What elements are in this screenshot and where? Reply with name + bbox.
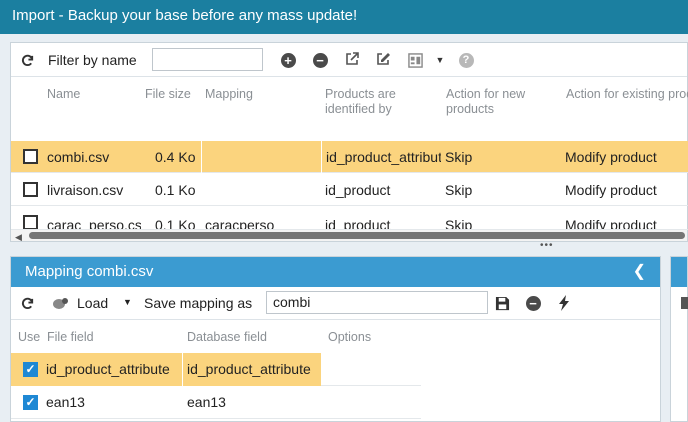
load-button[interactable]: Load bbox=[77, 295, 108, 311]
row-checkbox[interactable] bbox=[23, 182, 38, 197]
mapping-row[interactable]: ✓ ean13 ean13 bbox=[11, 386, 421, 419]
right-panel-icon[interactable] bbox=[681, 297, 688, 309]
cell-file-field: id_product_attribute bbox=[46, 361, 170, 377]
chevron-down-icon[interactable]: ▼ bbox=[432, 52, 448, 68]
scroll-left-icon[interactable]: ◀ bbox=[15, 232, 22, 243]
cell-action-new: Skip bbox=[445, 217, 473, 230]
cell-size: 0.1 Ko bbox=[155, 182, 196, 198]
col-identified-by[interactable]: Products are identified by bbox=[325, 87, 420, 117]
right-panel bbox=[670, 256, 688, 422]
help-icon[interactable]: ? bbox=[458, 52, 474, 68]
cell-name: combi.csv bbox=[47, 149, 110, 165]
cell-db-field: id_product_attribute bbox=[182, 353, 311, 386]
columns-icon[interactable] bbox=[407, 52, 423, 68]
col-mapping[interactable]: Mapping bbox=[205, 87, 253, 102]
filter-input[interactable] bbox=[152, 48, 263, 71]
refresh-icon[interactable] bbox=[19, 52, 35, 68]
col-action-new[interactable]: Action for new products bbox=[446, 87, 546, 117]
col-database-field[interactable]: Database field bbox=[187, 330, 267, 344]
col-options[interactable]: Options bbox=[328, 330, 371, 344]
collapse-icon[interactable]: ❮ bbox=[633, 257, 646, 287]
files-panel: Filter by name + − ▼ ? Name File size Ma… bbox=[10, 42, 688, 242]
cell-size: 0.4 Ko bbox=[155, 149, 196, 165]
cell-mapping bbox=[205, 174, 321, 206]
mapping-panel-title: Mapping combi.csv bbox=[25, 263, 154, 280]
mapping-panel: Mapping combi.csv ❮ Load ▼ Save mapping … bbox=[10, 256, 661, 422]
mapping-name-input[interactable]: combi bbox=[266, 291, 488, 314]
col-action-existing[interactable]: Action for existing products bbox=[566, 87, 688, 102]
cell-db-field: ean13 bbox=[187, 394, 226, 410]
cell-size: 0.1 Ko bbox=[155, 217, 196, 230]
row-checkbox[interactable] bbox=[23, 149, 38, 164]
cell-identified-by: id_product bbox=[325, 217, 391, 230]
files-grid-header: Name File size Mapping Products are iden… bbox=[11, 77, 688, 141]
cell-action-existing: Modify product bbox=[565, 149, 657, 165]
save-icon[interactable] bbox=[494, 295, 510, 311]
use-checkbox[interactable]: ✓ bbox=[23, 395, 38, 410]
table-row[interactable]: combi.csv 0.4 Ko id_product_attribute Sk… bbox=[11, 141, 688, 173]
external-link-icon[interactable] bbox=[344, 51, 360, 67]
lightning-icon[interactable] bbox=[556, 295, 572, 311]
remove-icon[interactable]: − bbox=[525, 295, 541, 311]
save-mapping-label: Save mapping as bbox=[144, 295, 253, 311]
chevron-down-icon[interactable]: ▼ bbox=[123, 297, 132, 307]
col-file-size[interactable]: File size bbox=[145, 87, 191, 102]
cell-name: carac_perso.csv bbox=[47, 217, 141, 230]
mapping-panel-header: Mapping combi.csv ❮ bbox=[11, 257, 660, 287]
cell-action-new: Skip bbox=[445, 182, 473, 198]
cell-action-new: Skip bbox=[445, 149, 473, 165]
table-row[interactable]: carac_perso.csv 0.1 Ko caracperso id_pro… bbox=[11, 207, 688, 230]
right-panel-header bbox=[671, 257, 687, 287]
refresh-icon[interactable] bbox=[19, 295, 35, 311]
cell-identified-by: id_product_attribute bbox=[321, 141, 441, 173]
load-icon[interactable] bbox=[51, 295, 71, 311]
cell-mapping bbox=[201, 141, 321, 173]
row-checkbox[interactable] bbox=[23, 215, 38, 229]
files-toolbar: Filter by name + − ▼ ? bbox=[11, 43, 687, 77]
table-row[interactable]: livraison.csv 0.1 Ko id_product Skip Mod… bbox=[11, 174, 688, 206]
cell-identified-by: id_product bbox=[325, 182, 391, 198]
cell-mapping: caracperso bbox=[205, 217, 275, 230]
mapping-grid-header: Use File field Database field Options bbox=[11, 320, 660, 353]
mapping-row[interactable]: ✓ id_product_attribute id_product_attrib… bbox=[11, 353, 421, 386]
cell-action-existing: Modify product bbox=[565, 217, 657, 230]
cell-file-field: ean13 bbox=[46, 394, 85, 410]
scrollbar-thumb[interactable] bbox=[29, 232, 685, 239]
edit-icon[interactable] bbox=[375, 51, 391, 67]
window-title: Import - Backup your base before any mas… bbox=[0, 0, 688, 34]
remove-icon[interactable]: − bbox=[312, 52, 328, 68]
use-checkbox[interactable]: ✓ bbox=[23, 362, 38, 377]
cell-action-existing: Modify product bbox=[565, 182, 657, 198]
mapping-toolbar: Load ▼ Save mapping as combi − bbox=[11, 287, 660, 320]
horizontal-scrollbar[interactable]: ◀ bbox=[11, 230, 687, 243]
col-use[interactable]: Use bbox=[18, 330, 40, 344]
cell-name: livraison.csv bbox=[47, 182, 124, 198]
col-file-field[interactable]: File field bbox=[47, 330, 94, 344]
col-name[interactable]: Name bbox=[47, 87, 80, 102]
filter-label: Filter by name bbox=[48, 52, 137, 68]
add-icon[interactable]: + bbox=[280, 52, 296, 68]
resize-handle[interactable]: ••• bbox=[540, 240, 554, 251]
